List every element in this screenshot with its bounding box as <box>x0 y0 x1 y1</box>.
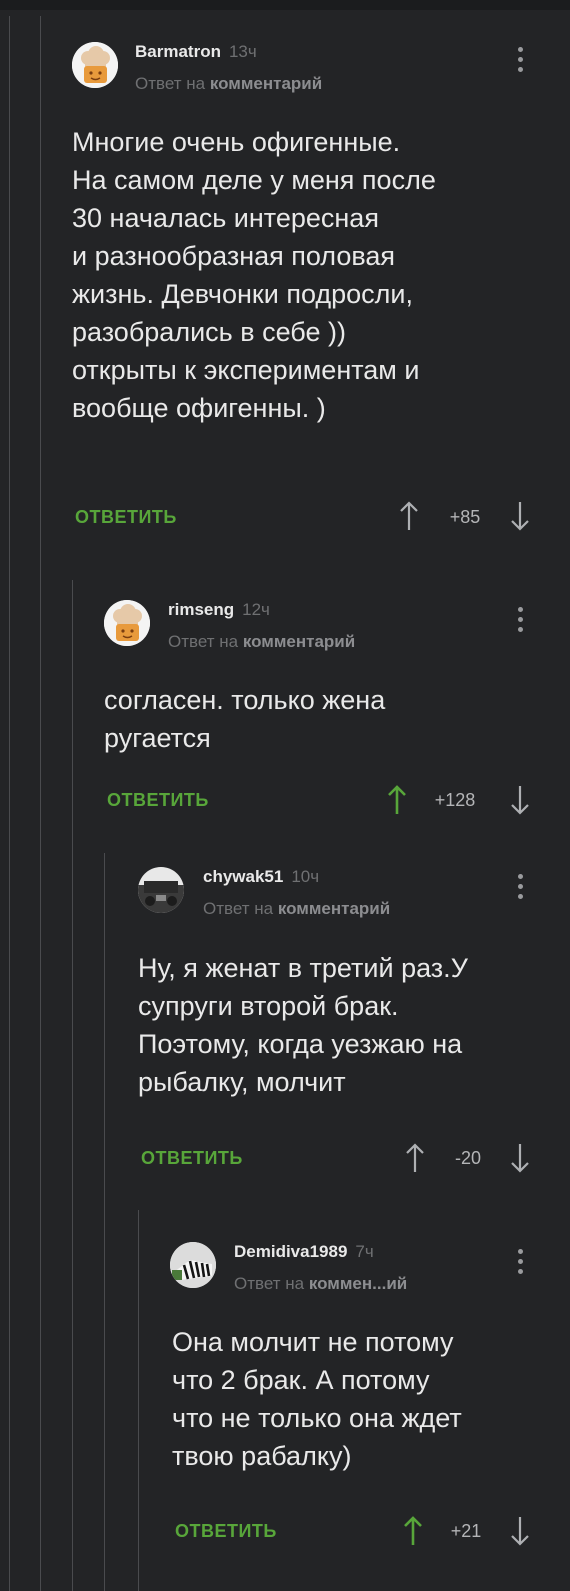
reply-to-info: Ответ на коммен...ий <box>234 1274 408 1293</box>
thread-line[interactable] <box>40 16 41 1591</box>
author-name[interactable]: Demidiva1989 7ч <box>234 1242 374 1262</box>
reply-to-info: Ответ на комментарий <box>135 74 323 93</box>
comment-text: Она молчит не потому что 2 брак. А потом… <box>172 1327 462 1471</box>
reply-button[interactable]: ОТВЕТИТЬ <box>107 790 209 811</box>
more-options-icon[interactable] <box>516 607 524 637</box>
upvote-arrow-icon[interactable] <box>403 1515 423 1547</box>
downvote-arrow-icon[interactable] <box>510 500 530 532</box>
downvote-arrow-icon[interactable] <box>510 784 530 816</box>
author-name[interactable]: chywak51 10ч <box>203 867 319 887</box>
reply-target-link[interactable]: комментарий <box>278 899 390 918</box>
upvote-arrow-icon[interactable] <box>405 1142 425 1174</box>
comment-time: 12ч <box>242 600 270 619</box>
reply-button[interactable]: ОТВЕТИТЬ <box>175 1521 277 1542</box>
more-options-icon[interactable] <box>516 47 524 77</box>
more-options-icon[interactable] <box>516 874 524 904</box>
downvote-arrow-icon[interactable] <box>510 1142 530 1174</box>
thread-line[interactable] <box>104 853 105 1591</box>
comment-time: 7ч <box>355 1242 374 1261</box>
reply-target-link[interactable]: комментарий <box>210 74 322 93</box>
comment-text: Ну, я женат в третий раз.У супруги второ… <box>138 953 468 1097</box>
chef-avatar-icon <box>104 600 150 646</box>
comment-time: 13ч <box>228 42 257 61</box>
thread-line[interactable] <box>9 16 10 1591</box>
avatar[interactable] <box>104 600 150 646</box>
comment-rating: +128 <box>434 790 476 810</box>
reply-button[interactable]: ОТВЕТИТЬ <box>75 507 177 528</box>
avatar[interactable] <box>170 1242 216 1288</box>
comment-rating: -20 <box>454 1148 481 1168</box>
upvote-arrow-icon[interactable] <box>387 784 407 816</box>
reply-target-link[interactable]: коммен...ий <box>309 1274 407 1293</box>
author-name[interactable]: rimseng 12ч <box>168 600 270 620</box>
thread-line[interactable] <box>138 1210 139 1591</box>
comment-time: 10ч <box>291 867 320 886</box>
comment-text: Многие очень офигенные. На самом деле у … <box>72 127 436 423</box>
zebra-avatar-icon <box>170 1242 216 1288</box>
author-name[interactable]: Barmatron 13ч <box>135 42 257 62</box>
reply-target-link[interactable]: комментарий <box>243 632 355 651</box>
comment-rating: +85 <box>449 507 481 527</box>
more-options-icon[interactable] <box>516 1249 524 1279</box>
photo-avatar-icon <box>138 867 184 913</box>
reply-to-info: Ответ на комментарий <box>203 899 391 918</box>
avatar[interactable] <box>138 867 184 913</box>
upvote-arrow-icon[interactable] <box>399 500 419 532</box>
avatar[interactable] <box>72 42 118 88</box>
comment-rating: +21 <box>450 1521 482 1541</box>
comment-text: согласен. только жена ругается <box>104 685 386 753</box>
chef-avatar-icon <box>72 42 118 88</box>
reply-to-info: Ответ на комментарий <box>168 632 356 651</box>
downvote-arrow-icon[interactable] <box>510 1515 530 1547</box>
top-bar <box>0 0 570 10</box>
thread-line[interactable] <box>72 580 73 1591</box>
reply-button[interactable]: ОТВЕТИТЬ <box>141 1148 243 1169</box>
